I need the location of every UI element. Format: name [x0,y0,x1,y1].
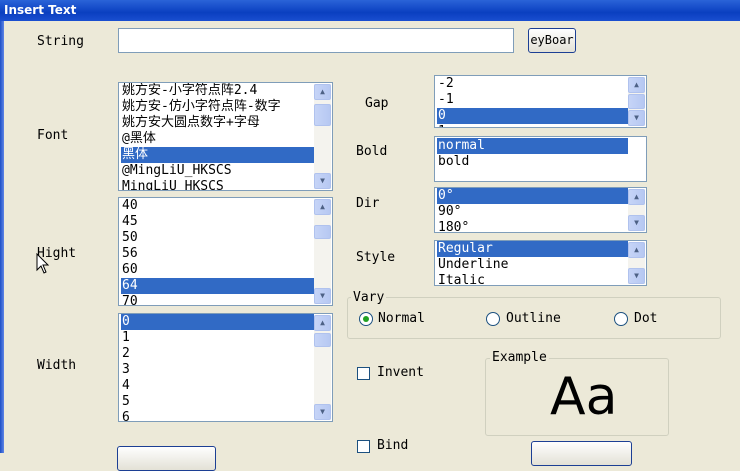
hight-scrollbar[interactable]: ▲ ▼ [314,199,331,304]
dir-list-item[interactable]: 90° [437,204,628,220]
hight-list-item[interactable]: 64 [121,278,314,294]
example-group-title: Example [490,350,549,365]
bold-listbox[interactable]: normal bold [434,136,647,182]
gap-list-item[interactable]: 1 [437,124,628,127]
title-bar: Insert Text [0,0,740,21]
scroll-down-arrow-icon[interactable]: ▼ [628,268,645,284]
bold-list-item[interactable]: normal [437,138,628,154]
style-list-item[interactable]: Regular [437,241,628,257]
hight-list-item[interactable]: 56 [121,246,314,262]
hight-list-item[interactable]: 50 [121,230,314,246]
gap-items: -2-101 [437,76,628,127]
invent-checkbox[interactable] [357,367,370,380]
style-listbox[interactable]: Regular Underline Italic ▲ ▼ [434,240,647,286]
width-label: Width [37,358,77,373]
vary-group-title: Vary [351,290,387,305]
vary-outline-label: Outline [506,311,561,326]
scroll-thumb[interactable] [314,225,331,239]
window-border [0,21,4,453]
font-list-item[interactable]: @MingLiU_HKSCS [121,163,314,179]
font-listbox[interactable]: 姚方安-小字符点阵2.4 姚方安-仿小字符点阵-数字 姚方安大圆点数字+字母 @黑体黑… [118,82,333,191]
vary-dot-radio[interactable] [614,312,628,326]
scroll-thumb[interactable] [314,333,331,347]
gap-list-item[interactable]: 0 [437,108,628,124]
scroll-down-arrow-icon[interactable]: ▼ [628,215,645,231]
scroll-up-arrow-icon[interactable]: ▲ [314,199,331,215]
font-list-item[interactable]: @黑体 [121,131,314,147]
vary-normal-radio[interactable] [359,312,373,326]
scroll-down-arrow-icon[interactable]: ▼ [314,288,331,304]
gap-listbox[interactable]: -2-101 ▲ ▼ [434,75,647,128]
scroll-up-arrow-icon[interactable]: ▲ [314,84,331,100]
window-title: Insert Text [4,3,77,17]
dir-label: Dir [356,196,380,211]
cancel-button[interactable] [531,441,632,466]
dir-items: 0° 90° 180° [437,188,628,232]
font-list-item[interactable]: 姚方安-小字符点阵2.4 [121,83,314,99]
scroll-up-arrow-icon[interactable]: ▲ [314,315,331,331]
keyboard-button[interactable]: eyBoar [528,28,576,53]
style-list-item[interactable]: Italic [437,273,628,285]
bold-items: normal bold [437,138,628,170]
vary-dot-label: Dot [634,311,658,326]
width-list-item[interactable]: 0 [121,314,314,330]
hight-listbox[interactable]: 40 45 50 56 60 64 70 ▲ ▼ [118,197,333,306]
dir-list-item[interactable]: 180° [437,220,628,232]
ok-button[interactable] [117,446,216,471]
hight-items: 40 45 50 56 60 64 70 [121,198,314,305]
string-label: String [37,34,84,49]
hight-list-item[interactable]: 70 [121,294,314,305]
scroll-up-arrow-icon[interactable]: ▲ [628,189,645,205]
width-list-item[interactable]: 6 [121,410,314,421]
bold-label: Bold [356,144,388,159]
bind-label: Bind [377,438,409,453]
mouse-pointer-icon [36,253,50,274]
dir-listbox[interactable]: 0° 90° 180° ▲ ▼ [434,187,647,233]
width-listbox[interactable]: 0123456 ▲ ▼ [118,313,333,422]
example-preview: Aa [550,367,618,427]
dir-list-item[interactable]: 0° [437,188,628,204]
width-list-item[interactable]: 5 [121,394,314,410]
width-scrollbar[interactable]: ▲ ▼ [314,315,331,420]
style-list-item[interactable]: Underline [437,257,628,273]
font-list-item[interactable]: 姚方安大圆点数字+字母 [121,115,314,131]
font-scrollbar[interactable]: ▲ ▼ [314,84,331,189]
scroll-up-arrow-icon[interactable]: ▲ [628,77,645,93]
font-label: Font [37,128,69,143]
gap-list-item[interactable]: -1 [437,92,628,108]
gap-list-item[interactable]: -2 [437,76,628,92]
font-list-item[interactable]: MingLiU_HKSCS [121,179,314,190]
hight-list-item[interactable]: 40 [121,198,314,214]
style-items: Regular Underline Italic [437,241,628,285]
scroll-up-arrow-icon[interactable]: ▲ [628,242,645,258]
string-input[interactable] [118,28,514,53]
vary-outline-radio[interactable] [486,312,500,326]
style-label: Style [356,250,396,265]
gap-label: Gap [365,96,389,111]
scroll-down-arrow-icon[interactable]: ▼ [314,173,331,189]
width-list-item[interactable]: 3 [121,362,314,378]
font-items: 姚方安-小字符点阵2.4 姚方安-仿小字符点阵-数字 姚方安大圆点数字+字母 @黑体黑… [121,83,314,190]
width-items: 0123456 [121,314,314,421]
hight-list-item[interactable]: 45 [121,214,314,230]
gap-scrollbar[interactable]: ▲ ▼ [628,77,645,126]
width-list-item[interactable]: 4 [121,378,314,394]
font-list-item[interactable]: 黑体 [121,147,314,163]
bind-checkbox[interactable] [357,440,370,453]
font-list-item[interactable]: 姚方安-仿小字符点阵-数字 [121,99,314,115]
style-scrollbar[interactable]: ▲ ▼ [628,242,645,284]
scroll-thumb[interactable] [628,94,645,109]
bold-list-item[interactable]: bold [437,154,628,170]
width-list-item[interactable]: 2 [121,346,314,362]
scroll-down-arrow-icon[interactable]: ▼ [314,404,331,420]
dir-scrollbar[interactable]: ▲ ▼ [628,189,645,231]
vary-normal-label: Normal [378,311,425,326]
width-list-item[interactable]: 1 [121,330,314,346]
hight-list-item[interactable]: 60 [121,262,314,278]
invent-label: Invent [377,365,424,380]
scroll-down-arrow-icon[interactable]: ▼ [628,110,645,126]
scroll-thumb[interactable] [314,104,331,126]
